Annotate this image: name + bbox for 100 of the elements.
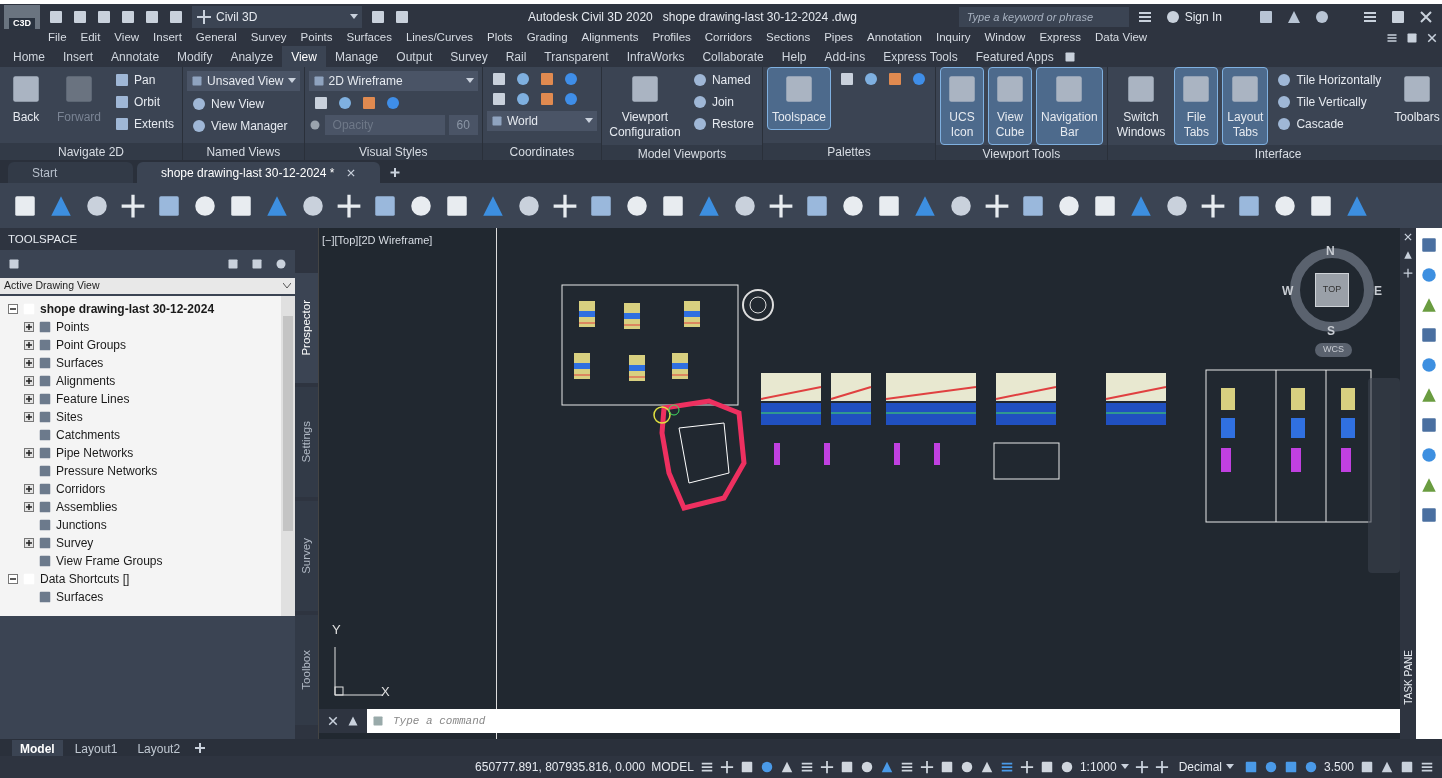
ribbon-tab[interactable]: Help: [772, 46, 816, 67]
menu-item[interactable]: Points: [300, 29, 333, 47]
toolbar-icon[interactable]: [984, 192, 1010, 219]
tool-icon[interactable]: [514, 91, 531, 107]
layout-tab[interactable]: Layout2: [129, 740, 189, 756]
tree-item[interactable]: Pipe Networks: [56, 444, 134, 462]
sign-in-button[interactable]: Sign In: [1160, 8, 1226, 26]
tree-item[interactable]: Corridors: [56, 480, 106, 498]
ribbon-large-button[interactable]: UCS Icon: [940, 67, 984, 145]
ribbon-tab[interactable]: Insert: [54, 46, 103, 67]
toolbar-icon[interactable]: [168, 9, 184, 25]
status-toggle-icon[interactable]: [739, 760, 754, 774]
ribbon-tab[interactable]: Rail: [496, 46, 536, 67]
tool-icon[interactable]: [360, 95, 377, 111]
toolbar-icon[interactable]: [1258, 9, 1274, 25]
expand-toggle[interactable]: [24, 322, 34, 332]
tree-item[interactable]: Junctions: [56, 516, 107, 534]
menu-item[interactable]: Annotation: [867, 29, 922, 47]
status-toggle-icon[interactable]: [1263, 760, 1278, 774]
status-toggle-icon[interactable]: [759, 760, 774, 774]
menu-item[interactable]: Lines/Curves: [405, 29, 474, 47]
ribbon-small-button[interactable]: Cascade: [1272, 115, 1386, 133]
dropdown-field[interactable]: 2D Wireframe: [308, 71, 478, 91]
tree-item[interactable]: Assemblies: [56, 498, 118, 516]
compass-east[interactable]: E: [1374, 282, 1382, 300]
panel-title[interactable]: Coordinates: [482, 143, 601, 160]
toolbar-icon[interactable]: [768, 192, 794, 219]
collapse-toggle[interactable]: [8, 574, 18, 584]
search-field[interactable]: Type a keyword or phrase: [958, 7, 1129, 27]
tool-palette-icon[interactable]: [1420, 326, 1438, 344]
viewport-controls-label[interactable]: [−][Top][2D Wireframe]: [322, 232, 433, 249]
status-toggle-icon[interactable]: [1380, 760, 1394, 774]
tool-palette-icon[interactable]: [1420, 236, 1438, 254]
ribbon-tab[interactable]: Survey: [441, 46, 497, 67]
toolbar-icon[interactable]: [120, 9, 136, 25]
ribbon-tab[interactable]: View: [282, 46, 326, 67]
tool-icon[interactable]: [562, 71, 579, 87]
tool-palette-icon[interactable]: [1420, 386, 1438, 404]
menu-item[interactable]: View: [114, 29, 140, 47]
status-toggle-icon[interactable]: [1243, 760, 1258, 774]
close-icon[interactable]: [1403, 232, 1413, 242]
ribbon-small-button[interactable]: Restore: [687, 115, 758, 133]
tool-palette-icon[interactable]: [1420, 296, 1438, 314]
status-toggle-icon[interactable]: [1283, 760, 1298, 774]
expand-toggle[interactable]: [24, 340, 34, 350]
menu-item[interactable]: Alignments: [581, 29, 639, 47]
compass-south[interactable]: S: [1327, 322, 1335, 340]
compass-north[interactable]: N: [1326, 242, 1335, 260]
elevation-value[interactable]: 3.500: [1323, 758, 1354, 776]
menu-item[interactable]: Data View: [1094, 29, 1148, 47]
status-toggle-icon[interactable]: [1420, 760, 1434, 774]
units-button[interactable]: Decimal: [1174, 758, 1238, 776]
ucs-menu-button[interactable]: WCS: [1315, 343, 1352, 357]
status-toggle-icon[interactable]: [899, 760, 914, 774]
collapse-toggle[interactable]: [8, 304, 18, 314]
tree-item[interactable]: Feature Lines: [56, 390, 130, 408]
toolbar-icon[interactable]: [552, 192, 578, 219]
status-toggle-icon[interactable]: [1360, 760, 1374, 774]
menu-item[interactable]: Profiles: [652, 29, 691, 47]
toolbar-icon[interactable]: [1200, 192, 1226, 219]
tree-item[interactable]: Data Shortcuts []: [40, 570, 130, 588]
annotation-scale-button[interactable]: 1:1000: [1079, 758, 1129, 776]
ribbon-small-button[interactable]: Tile Vertically: [1272, 93, 1386, 111]
toolbar-icon[interactable]: [144, 9, 160, 25]
menu-item[interactable]: Plots: [487, 29, 513, 47]
toolbar-icon[interactable]: [1314, 9, 1330, 25]
ribbon-small-button[interactable]: Named: [687, 71, 758, 89]
tree-item[interactable]: Points: [56, 318, 90, 336]
status-toggle-icon[interactable]: [1039, 760, 1054, 774]
side-tab[interactable]: Toolbox: [295, 615, 318, 725]
menu-item[interactable]: Edit: [80, 29, 101, 47]
toolbar-icon[interactable]: [48, 9, 64, 25]
menu-item[interactable]: File: [48, 29, 67, 47]
command-line-field[interactable]: Type a command: [367, 709, 1400, 733]
tool-icon[interactable]: [538, 71, 555, 87]
ribbon-small-button[interactable]: View Manager: [187, 117, 300, 135]
ribbon-tab[interactable]: InfraWorks: [617, 46, 694, 67]
tool-icon[interactable]: [514, 71, 531, 87]
ribbon-tab[interactable]: Annotate: [102, 46, 169, 67]
tree-item[interactable]: Surfaces: [56, 354, 104, 372]
file-tab[interactable]: Start: [8, 162, 133, 183]
toolbar-icon[interactable]: [96, 9, 112, 25]
menu-item[interactable]: Window: [984, 29, 1026, 47]
tool-icon[interactable]: [562, 91, 579, 107]
tool-icon[interactable]: [538, 91, 555, 107]
status-toggle-icon[interactable]: [719, 760, 734, 774]
status-toggle-icon[interactable]: [1303, 760, 1318, 774]
expand-toggle[interactable]: [24, 412, 34, 422]
menu-item[interactable]: Grading: [526, 29, 568, 47]
view-dropdown[interactable]: Active Drawing View: [0, 278, 295, 294]
tool-icon[interactable]: [384, 95, 401, 111]
app-logo-button[interactable]: C3D: [4, 5, 40, 29]
tree-item[interactable]: Alignments: [56, 372, 116, 390]
tool-icon[interactable]: [839, 71, 855, 87]
panel-title[interactable]: Visual Styles: [304, 143, 482, 160]
tool-palette-icon[interactable]: [1420, 356, 1438, 374]
tool-palette-icon[interactable]: [1420, 506, 1438, 524]
ribbon-tab[interactable]: Home: [4, 46, 54, 67]
tool-palette-icon[interactable]: [1420, 476, 1438, 494]
ribbon-large-button[interactable]: Layout Tabs: [1222, 67, 1269, 145]
